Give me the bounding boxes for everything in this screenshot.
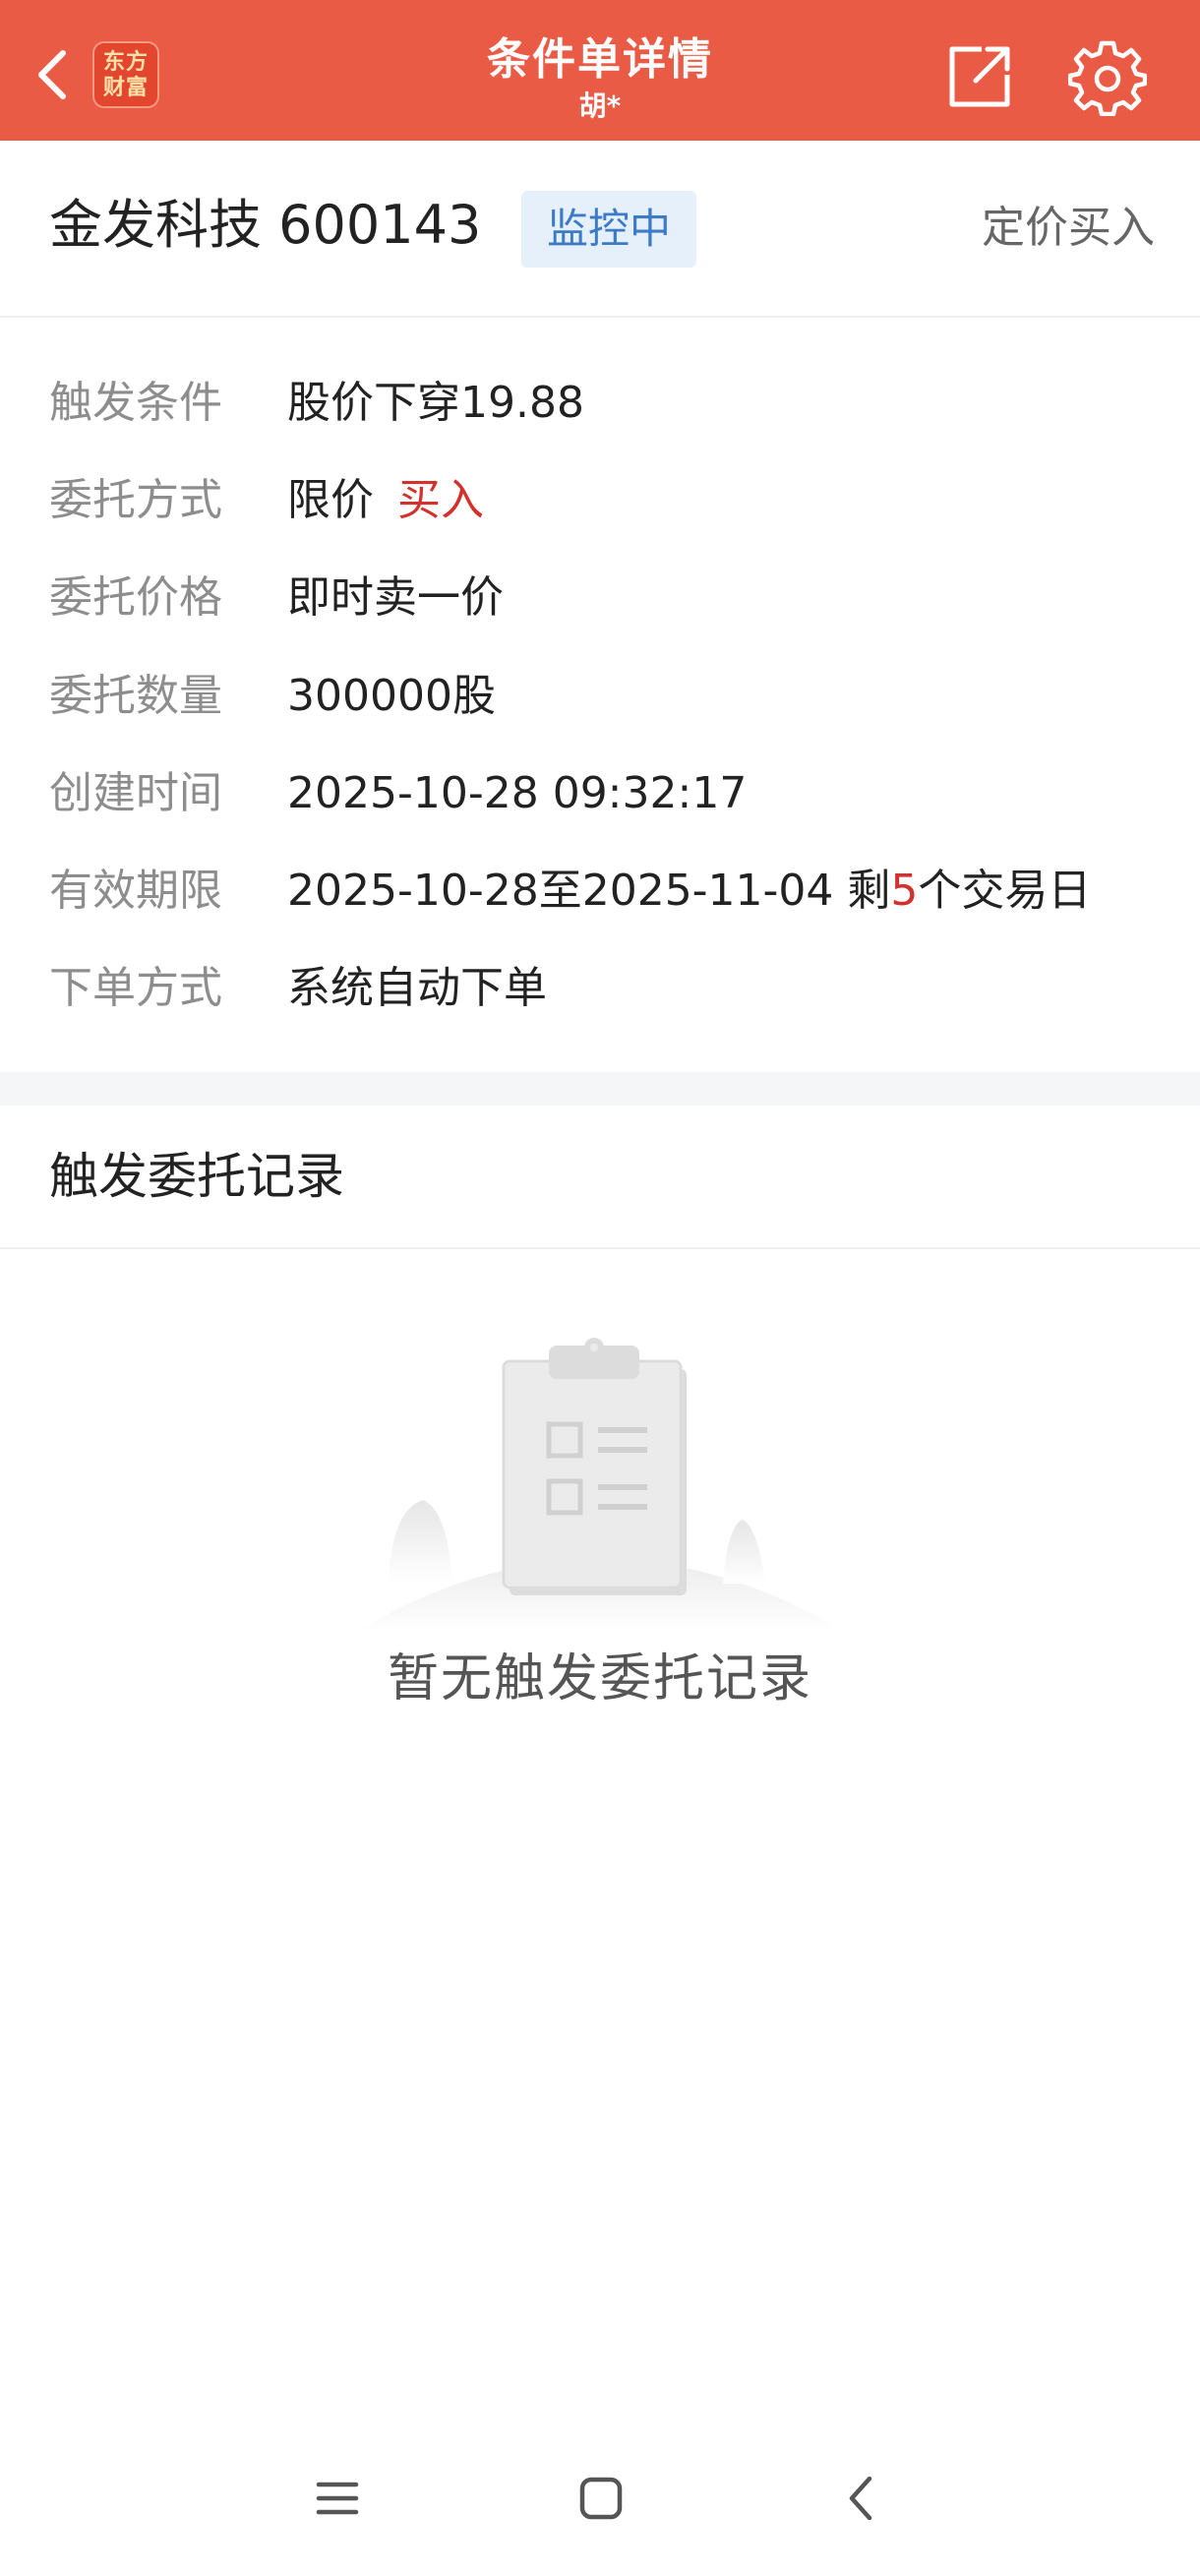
detail-value: 限价 买入	[287, 461, 484, 540]
detail-trigger: 触发条件 股价下穿19.88	[0, 364, 1200, 443]
detail-label: 委托数量	[49, 671, 222, 721]
detail-label: 创建时间	[49, 768, 222, 818]
home-square-icon	[579, 2477, 623, 2520]
status-badge: 监控中	[521, 191, 696, 268]
stock-name-code[interactable]: 金发科技 600143	[49, 190, 481, 261]
order-type-label: 定价买入	[982, 203, 1155, 253]
detail-value: 2025-10-28至2025-11-04 剩5个交易日	[287, 852, 1091, 930]
detail-label: 有效期限	[49, 866, 222, 916]
detail-created: 创建时间 2025-10-28 09:32:17	[0, 754, 1200, 833]
nav-menu-button[interactable]	[313, 2469, 362, 2528]
detail-value: 系统自动下单	[287, 963, 547, 1013]
price-type-text: 限价	[287, 475, 374, 525]
nav-home-button[interactable]	[574, 2469, 628, 2528]
stock-summary: 金发科技 600143 监控中 定价买入	[0, 141, 1200, 318]
detail-method: 委托方式 限价 买入	[0, 461, 1200, 540]
detail-label: 触发条件	[49, 378, 222, 428]
share-button[interactable]	[942, 39, 1017, 114]
empty-state-illustration	[334, 1338, 866, 1633]
empty-state-text: 暂无触发委托记录	[387, 1649, 812, 1708]
detail-order-mode: 下单方式 系统自动下单	[0, 949, 1200, 1028]
clipboard-icon	[354, 1338, 846, 1633]
validity-suffix: 个交易日	[918, 866, 1092, 916]
detail-label: 下单方式	[49, 963, 222, 1013]
detail-value: 2025-10-28 09:32:17	[287, 768, 748, 818]
nav-back-button[interactable]	[838, 2469, 887, 2528]
detail-label: 委托方式	[49, 475, 222, 525]
detail-price: 委托价格 即时卖一价	[0, 559, 1200, 637]
menu-icon	[316, 2482, 359, 2515]
back-icon	[849, 2476, 872, 2521]
detail-validity: 有效期限 2025-10-28至2025-11-04 剩5个交易日	[0, 852, 1200, 930]
records-section-title: 触发委托记录	[49, 1148, 344, 1205]
divider	[0, 1247, 1200, 1249]
share-icon	[949, 46, 1010, 107]
settings-button[interactable]	[1067, 37, 1148, 117]
gear-icon	[1067, 40, 1148, 117]
page-subtitle: 胡*	[578, 90, 622, 122]
detail-value: 股价下穿19.88	[287, 378, 584, 428]
page-title: 条件单详情	[487, 34, 713, 85]
buy-direction-text: 买入	[397, 475, 484, 525]
section-separator	[0, 1072, 1200, 1106]
detail-quantity: 委托数量 300000股	[0, 657, 1200, 736]
detail-value: 即时卖一价	[287, 572, 504, 623]
detail-value: 300000股	[287, 671, 496, 721]
validity-range: 2025-10-28至2025-11-04 剩	[287, 866, 891, 916]
system-nav-bar	[0, 2449, 1200, 2567]
detail-label: 委托价格	[49, 572, 222, 623]
app-header: 东方 财富 条件单详情 胡*	[0, 0, 1200, 141]
validity-days: 5	[890, 866, 919, 916]
